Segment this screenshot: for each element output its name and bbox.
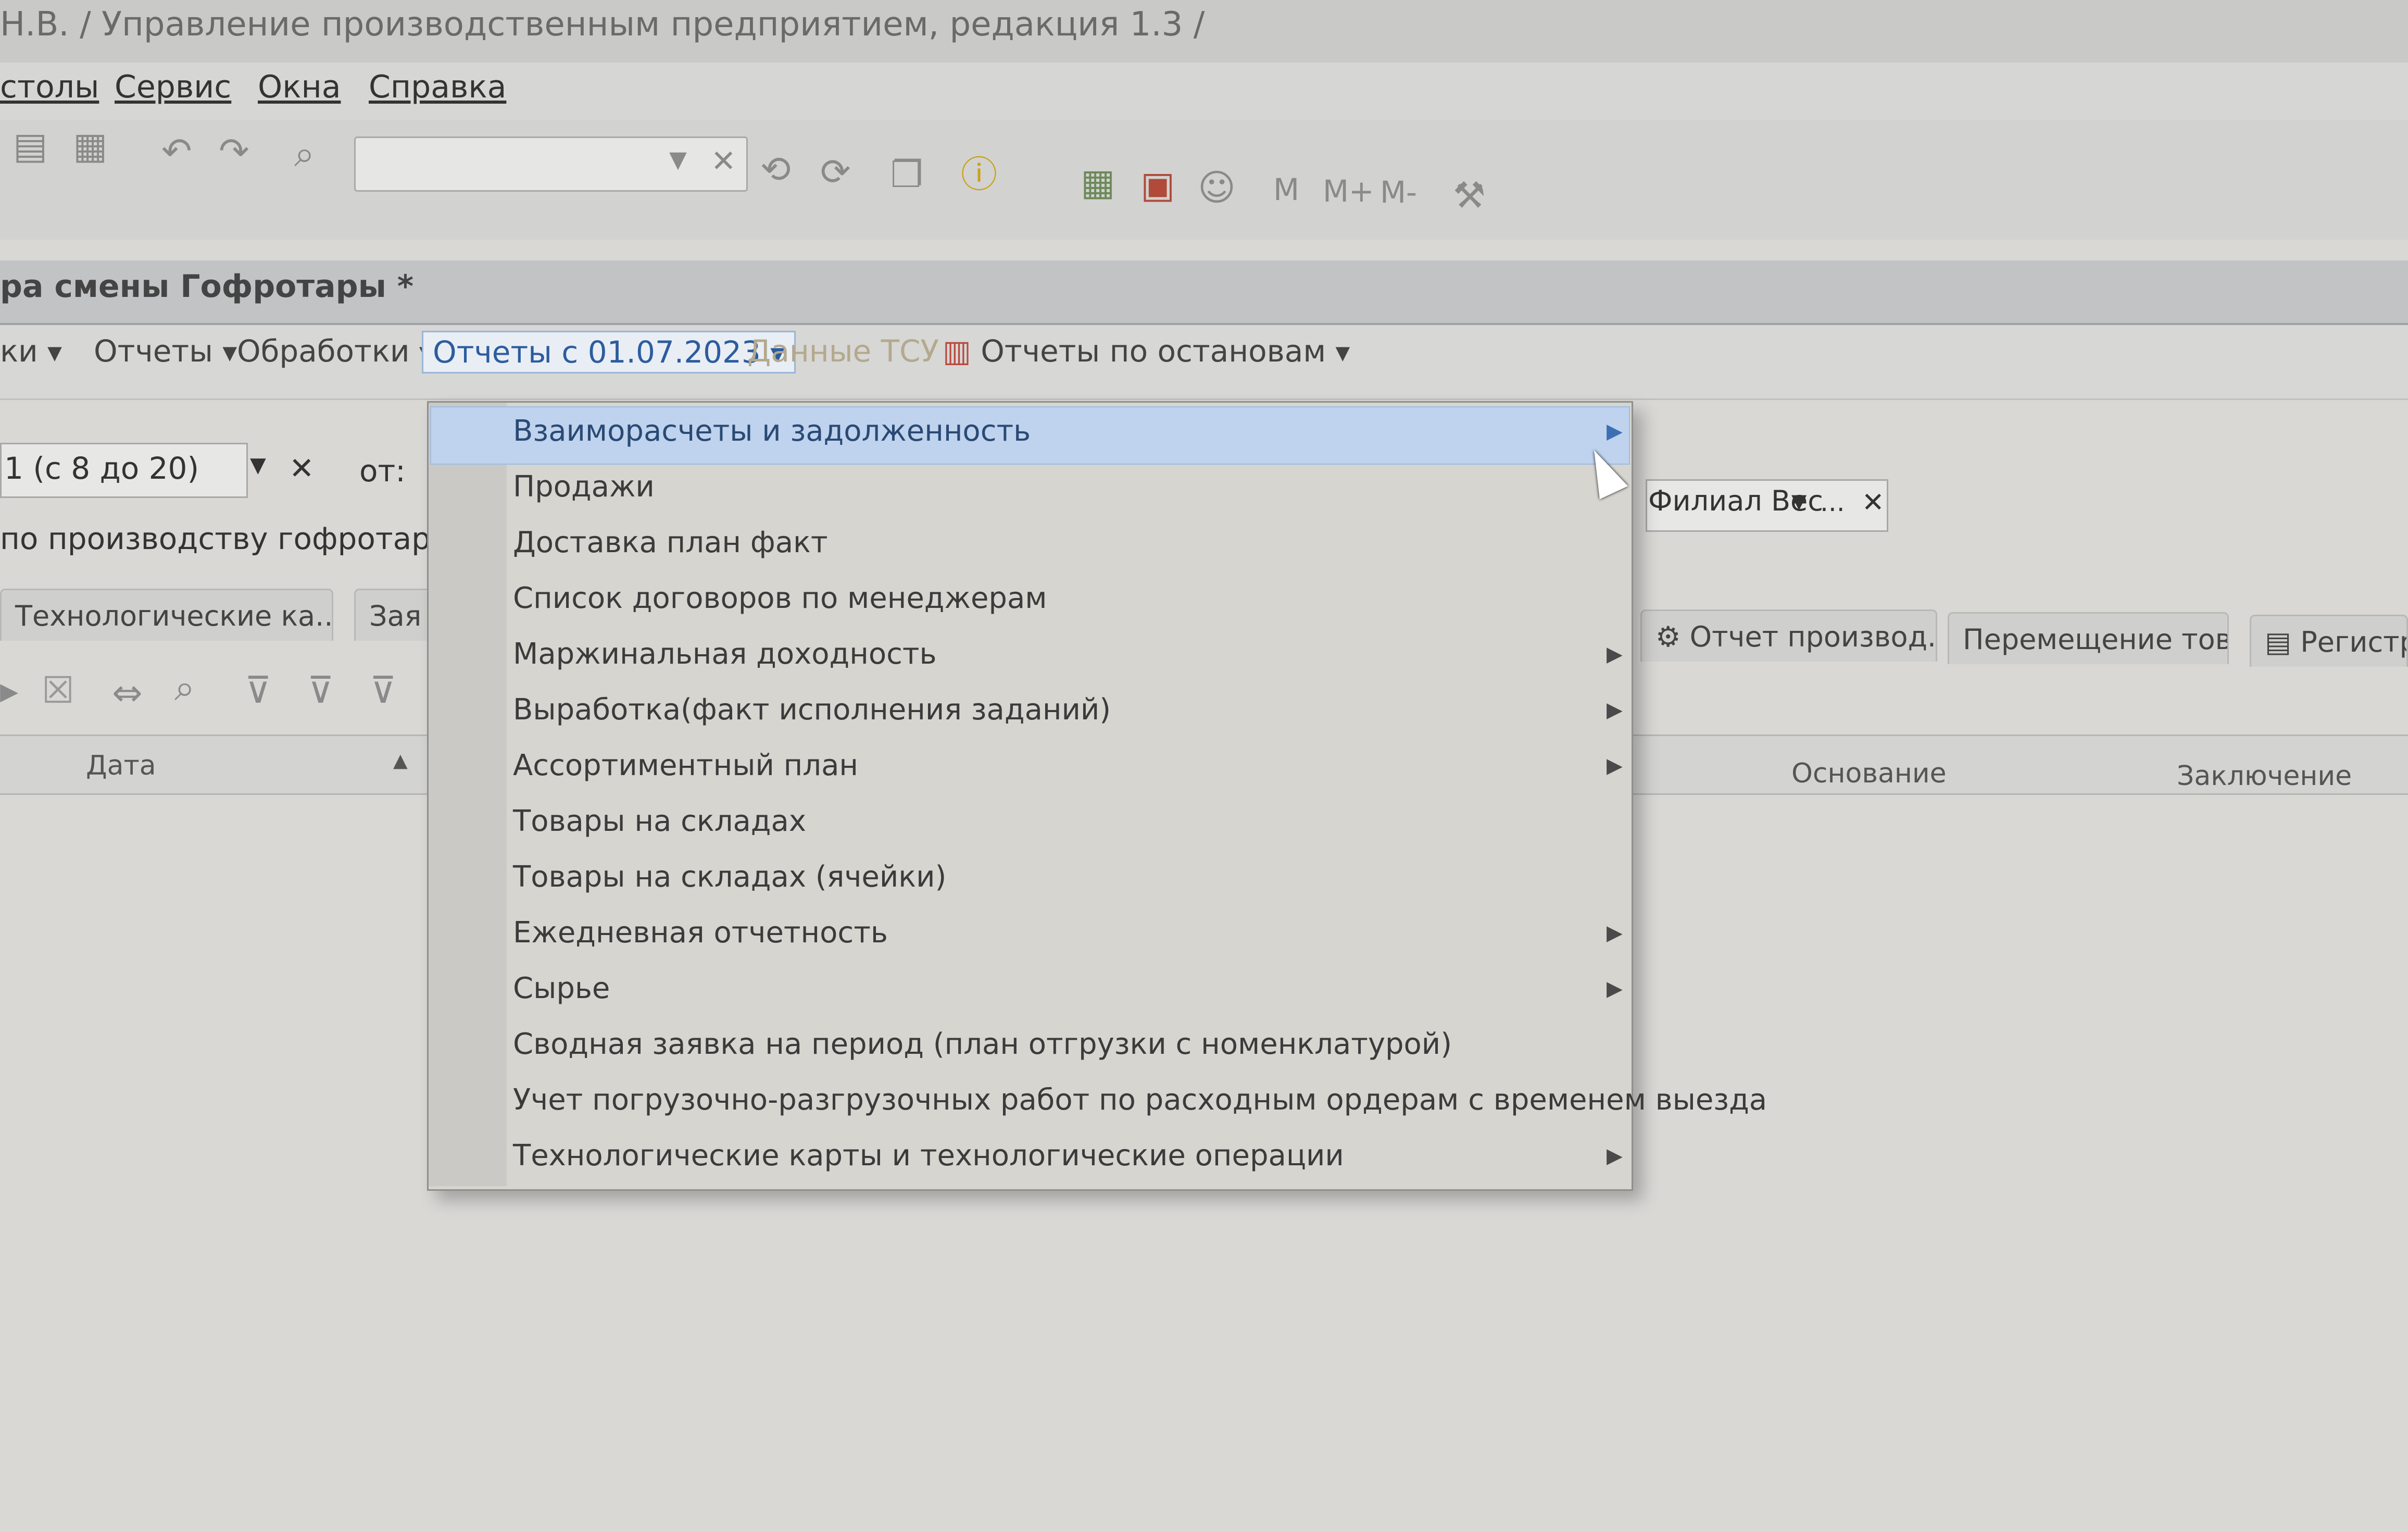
window-title: Н.В. / Управление производственным предп… <box>0 5 1205 44</box>
chevron-down-icon: ▼ <box>222 342 237 364</box>
filter-options-icon[interactable]: ⊽ <box>370 672 396 708</box>
report-settings-icon: ⚙ <box>1656 620 1681 653</box>
dropdown-item[interactable]: Сводная заявка на период (план отгрузки … <box>513 1027 1452 1061</box>
dropdown-icon-gutter <box>429 403 507 1186</box>
period-dropdown-icon[interactable]: ▼ <box>250 453 266 477</box>
filter-set-icon[interactable]: ⊽ <box>245 672 271 708</box>
dropdown-item[interactable]: Выработка(факт исполнения заданий) <box>513 693 1111 727</box>
tab-goods-transfer[interactable]: Перемещение това... <box>1948 612 2229 664</box>
dropdown-item[interactable]: Маржинальная доходность <box>513 637 937 671</box>
search-dropdown-icon[interactable]: ▼ <box>669 148 687 171</box>
dropdown-item[interactable]: Ассортиментный план <box>513 749 858 782</box>
command-menu-reports-from-date-label: Отчеты с 01.07.2023 <box>433 334 761 370</box>
column-date[interactable]: Дата <box>86 750 156 781</box>
report-icon: ▥ <box>943 333 971 369</box>
branch-dropdown-icon[interactable]: ▼ <box>1791 490 1807 513</box>
windows-icon[interactable]: ❐ <box>891 156 923 193</box>
submenu-arrow-icon: ▶ <box>1607 419 1623 443</box>
chevron-down-icon: ▼ <box>47 342 62 364</box>
branch-clear-icon[interactable]: ✕ <box>1862 487 1885 518</box>
menu-item-tables[interactable]: столы <box>0 69 99 105</box>
command-menu-stop-reports[interactable]: ▥ Отчеты по остановам ▼ <box>943 333 1350 369</box>
branch-select-button[interactable]: ... <box>1820 487 1845 517</box>
command-menu-more[interactable]: ки ▼ <box>0 333 62 369</box>
dropdown-item[interactable]: Сырье <box>513 971 610 1005</box>
submenu-arrow-icon: ▶ <box>1607 1144 1623 1168</box>
command-menu-reports-from-date[interactable]: Отчеты с 01.07.2023 ▼ <box>422 331 796 373</box>
from-label: от: <box>359 453 406 489</box>
reports-dropdown-menu <box>427 401 1633 1191</box>
settings-icon[interactable]: ⚒ <box>1453 177 1486 214</box>
info-icon[interactable]: ⓘ <box>961 156 997 193</box>
memory-store-button[interactable]: M <box>1273 175 1299 205</box>
command-menu-more-label: ки <box>0 333 38 369</box>
menu-item-windows[interactable]: Окна <box>258 69 341 105</box>
dropdown-item[interactable]: Ежедневная отчетность <box>513 916 888 950</box>
submenu-arrow-icon: ▶ <box>1607 642 1623 666</box>
find-prev-icon[interactable]: ⟳ <box>820 154 851 190</box>
interval-icon[interactable]: ⇔ <box>112 675 143 711</box>
submenu-arrow-icon: ▶ <box>1607 698 1623 722</box>
undo-icon[interactable]: ↶ <box>161 133 192 169</box>
dropdown-item[interactable]: Технологические карты и технологические … <box>513 1139 1344 1173</box>
delete-row-icon[interactable]: ☒ <box>42 672 74 708</box>
search-input[interactable] <box>354 136 748 192</box>
dropdown-item[interactable]: Список договоров по менеджерам <box>513 581 1047 615</box>
calculator-icon[interactable]: ▦ <box>1081 164 1115 201</box>
register-icon: ▤ <box>2265 626 2292 658</box>
find-next-icon[interactable]: ⟲ <box>760 151 791 188</box>
memory-add-button[interactable]: M+ <box>1323 176 1374 206</box>
submenu-arrow-icon: ▶ <box>1607 921 1623 945</box>
calendar-icon[interactable]: ▣ <box>1140 167 1175 203</box>
preview-icon[interactable]: ▦ <box>73 128 107 164</box>
add-row-icon[interactable]: ▸ <box>0 672 18 708</box>
find-icon[interactable]: ⌕ <box>174 669 195 706</box>
menu-item-service[interactable]: Сервис <box>115 69 231 105</box>
menu-bar <box>0 63 2408 120</box>
tab-production-report-label: Отчет производ... <box>1689 620 1937 653</box>
dropdown-item[interactable]: Доставка план факт <box>513 526 827 559</box>
redo-icon[interactable]: ↷ <box>219 133 249 169</box>
command-tsu-data[interactable]: Данные ТСУ <box>747 333 939 369</box>
column-basis[interactable]: Основание <box>1791 758 1947 789</box>
memory-subtract-button[interactable]: M- <box>1380 177 1417 207</box>
dropdown-item[interactable]: Продажи <box>513 470 655 504</box>
tab-requests[interactable]: Зая <box>354 589 432 641</box>
command-menu-processing-label: Обработки <box>237 333 410 369</box>
menu-item-help[interactable]: Справка <box>369 69 506 105</box>
dropdown-item[interactable]: Товары на складах (ячейки) <box>513 860 946 894</box>
sort-asc-icon: ▲ <box>393 750 408 771</box>
users-icon[interactable]: ☺ <box>1198 169 1236 206</box>
tab-tech-cards[interactable]: Технологические ка... <box>0 589 333 641</box>
period-field-value: 1 (с 8 до 20) <box>4 451 199 486</box>
submenu-arrow-icon: ▶ <box>1607 754 1623 778</box>
search-icon[interactable]: ⌕ <box>294 135 315 172</box>
command-menu-reports-label: Отчеты <box>94 333 213 369</box>
command-menu-reports[interactable]: Отчеты ▼ <box>94 333 237 369</box>
tab-register[interactable]: ▤ Регистра <box>2250 615 2408 667</box>
form-title: ра смены Гофротары * <box>0 268 414 305</box>
period-clear-icon[interactable]: ✕ <box>289 451 315 486</box>
print-icon[interactable]: ▤ <box>13 128 47 164</box>
column-conclusion[interactable]: Заключение <box>2177 761 2352 792</box>
dropdown-item[interactable]: Взаиморасчеты и задолженность <box>513 414 1031 448</box>
search-clear-icon[interactable]: ✕ <box>711 146 736 176</box>
tab-register-label: Регистра <box>2300 626 2406 658</box>
tab-production-report[interactable]: ⚙ Отчет производ... <box>1640 609 1937 662</box>
submenu-arrow-icon: ▶ <box>1607 977 1623 1001</box>
chevron-down-icon: ▼ <box>1335 342 1350 364</box>
dropdown-item[interactable]: Учет погрузочно-разгрузочных работ по ра… <box>513 1083 1767 1117</box>
command-menu-stop-reports-label: Отчеты по остановам <box>981 333 1326 369</box>
dropdown-item[interactable]: Товары на складах <box>513 804 806 838</box>
filter-clear-icon[interactable]: ⊽ <box>307 672 334 708</box>
command-menu-processing[interactable]: Обработки ▼ <box>237 333 434 369</box>
